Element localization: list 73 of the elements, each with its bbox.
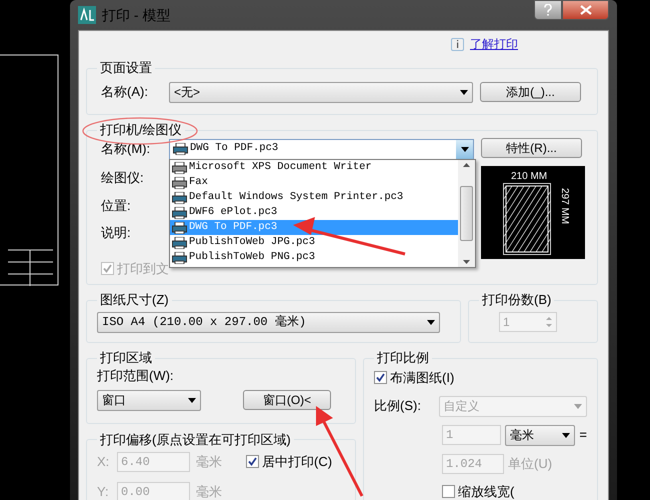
group-title: 打印偏移(原点设置在可打印区域) bbox=[99, 432, 292, 448]
printer-icon bbox=[172, 176, 187, 188]
combo-box[interactable]: 毫米 bbox=[504, 424, 576, 446]
printer-combo-box[interactable]: DWG To PDF.pc3 bbox=[169, 138, 474, 160]
check-icon bbox=[376, 373, 385, 382]
field-label: Y: bbox=[97, 482, 110, 500]
dropdown-item[interactable]: Fax bbox=[170, 175, 458, 190]
checkbox-label: 居中打印(C) bbox=[262, 452, 332, 471]
combo-box[interactable]: <无> bbox=[169, 82, 473, 102]
scrollbar[interactable] bbox=[458, 160, 475, 267]
check-icon bbox=[103, 264, 112, 273]
scroll-thumb[interactable] bbox=[460, 186, 473, 241]
close-icon bbox=[580, 5, 592, 15]
dropdown-item[interactable]: Default Windows System Printer.pc3 bbox=[170, 190, 458, 205]
checkbox-label: 打印到文 bbox=[117, 260, 169, 278]
help-button[interactable] bbox=[534, 0, 562, 20]
caret-icon bbox=[562, 432, 570, 438]
equals-sign: = bbox=[579, 426, 587, 444]
group-title: 图纸尺寸(Z) bbox=[99, 292, 170, 308]
combo-box[interactable]: ISO A4 (210.00 x 297.00 毫米) bbox=[97, 312, 440, 332]
checkbox[interactable] bbox=[374, 371, 387, 384]
field-label: 毫米 bbox=[196, 482, 222, 500]
printer-icon bbox=[172, 192, 187, 204]
printer-icon bbox=[173, 143, 188, 155]
field-label: 位置: bbox=[101, 196, 131, 214]
dropdown-item[interactable]: PublishToWeb PNG.pc3 bbox=[170, 250, 458, 265]
printer-icon bbox=[172, 206, 187, 218]
group-title: 打印份数(B) bbox=[481, 292, 552, 308]
group-title: 打印机/绘图仪 bbox=[99, 122, 183, 138]
field-label: 单位(U) bbox=[508, 454, 552, 473]
field-label: X: bbox=[97, 452, 110, 471]
scroll-down-icon bbox=[463, 260, 470, 264]
help-link[interactable]: 了解打印 bbox=[470, 35, 518, 53]
caret-icon bbox=[460, 146, 468, 152]
caret-icon bbox=[188, 398, 196, 402]
checkbox-label: 布满图纸(I) bbox=[390, 369, 454, 387]
checkbox[interactable] bbox=[442, 484, 455, 498]
printer-icon bbox=[172, 236, 187, 248]
height-dimension: 297 MM bbox=[558, 188, 571, 224]
dialog-button[interactable]: 窗口(O)< bbox=[243, 390, 331, 410]
group-title: 页面设置 bbox=[99, 60, 153, 76]
dropdown-item[interactable]: DWF6 ePlot.pc3 bbox=[170, 205, 458, 220]
group-title: 打印比例 bbox=[376, 350, 430, 366]
field-label: 名称(A): bbox=[101, 83, 149, 102]
checkbox-label: 缩放线宽( bbox=[458, 482, 514, 500]
dropdown-button[interactable] bbox=[456, 140, 473, 158]
field-label: 名称(M): bbox=[101, 140, 152, 158]
width-dimension: 210 MM bbox=[511, 170, 548, 184]
printer-icon bbox=[172, 252, 187, 264]
field-label: 比例(S): bbox=[374, 397, 422, 416]
field-label: 打印范围(W): bbox=[97, 367, 175, 385]
dialog-button[interactable]: 添加(_)... bbox=[480, 82, 581, 102]
window-title: 打印 - 模型 bbox=[102, 6, 172, 24]
field-label: 说明: bbox=[101, 224, 131, 242]
caret-icon bbox=[427, 320, 435, 324]
info-icon bbox=[451, 38, 464, 50]
combo-box[interactable]: 窗口 bbox=[97, 390, 201, 410]
group-title: 打印区域 bbox=[99, 350, 153, 366]
field-label: 毫米 bbox=[196, 452, 223, 471]
scroll-up-icon bbox=[463, 163, 470, 167]
help-icon bbox=[544, 4, 552, 16]
close-button[interactable] bbox=[562, 0, 609, 20]
printer-icon bbox=[172, 222, 187, 234]
caret-icon bbox=[574, 404, 582, 408]
sheet-drawing bbox=[503, 183, 551, 255]
dialog-button[interactable]: 特性(R)... bbox=[481, 138, 582, 158]
printer-icon bbox=[172, 162, 187, 174]
dropdown-item[interactable]: Microsoft XPS Document Writer bbox=[170, 160, 458, 175]
app-icon bbox=[78, 6, 96, 24]
dropdown-item[interactable]: PublishToWeb JPG.pc3 bbox=[170, 235, 458, 250]
caret-icon bbox=[460, 90, 468, 94]
check-icon bbox=[248, 457, 257, 466]
field-label: 绘图仪: bbox=[101, 169, 144, 187]
